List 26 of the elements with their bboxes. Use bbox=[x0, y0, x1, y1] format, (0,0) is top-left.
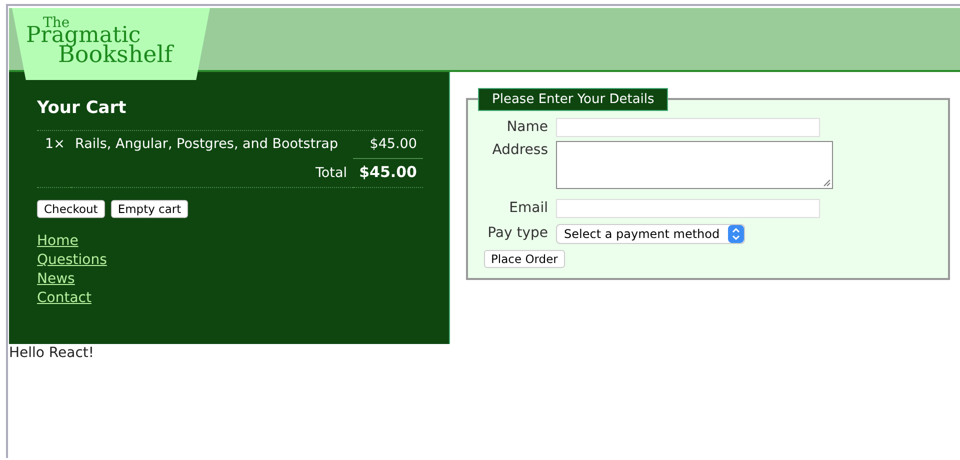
cart-button[interactable]: Empty cart bbox=[110, 200, 188, 218]
place-order-button[interactable]: Place Order bbox=[484, 250, 565, 268]
cart-button[interactable]: Checkout bbox=[37, 200, 105, 218]
logo-text: Bookshelf bbox=[58, 44, 173, 67]
nav-link[interactable]: Contact bbox=[37, 289, 92, 308]
form-legend: Please Enter Your Details bbox=[478, 88, 668, 111]
field-label: Address bbox=[491, 141, 548, 158]
resize-grip-icon[interactable] bbox=[823, 179, 831, 187]
message-text: Hello React! bbox=[9, 345, 96, 361]
nav-link[interactable]: News bbox=[37, 270, 75, 289]
price: $45.00 bbox=[353, 130, 423, 158]
cart-title: Your Cart bbox=[37, 98, 128, 118]
input-field[interactable] bbox=[556, 118, 820, 137]
total-price: $45.00 bbox=[353, 158, 423, 188]
text-area[interactable] bbox=[556, 141, 833, 189]
nav-link[interactable]: Questions bbox=[37, 251, 107, 270]
field-label: Pay type bbox=[486, 224, 548, 241]
quantity: 1× bbox=[37, 130, 71, 158]
nav-link[interactable]: Home bbox=[37, 232, 78, 251]
input-field[interactable] bbox=[556, 199, 820, 218]
field-label: Name bbox=[506, 118, 548, 135]
payment-select[interactable]: Select a payment method bbox=[556, 224, 745, 244]
select-arrows-icon bbox=[728, 225, 744, 243]
product-title: Rails, Angular, Postgres, and Bootstrap bbox=[71, 130, 353, 158]
field-label: Email bbox=[508, 199, 548, 216]
total-label: Total bbox=[37, 158, 353, 188]
